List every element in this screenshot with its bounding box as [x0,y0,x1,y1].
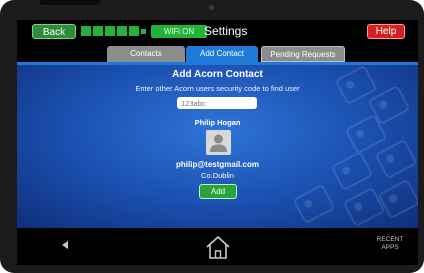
security-code-input[interactable] [177,97,257,109]
signal-bar-icon [129,26,139,36]
signal-bar-icon [117,26,127,36]
system-nav-bar: RECENT APPS [17,228,418,265]
wifi-status-badge[interactable]: WiFi ON [151,25,207,38]
found-user-name: Philip Hogan [194,118,241,127]
signal-bar-icon [81,26,91,36]
photo-pattern-icon [292,183,336,225]
avatar [206,130,231,155]
status-bar: Back WiFi ON Settings Help [17,20,418,42]
page-title: Settings [204,24,248,38]
tab-bar: Contacts Add Contact Pending Requests [17,42,418,62]
tab-add-contact[interactable]: Add Contact [186,46,258,62]
found-user-location: Co.Dublin [201,171,234,180]
home-icon[interactable] [203,234,233,260]
help-button[interactable]: Help [367,24,405,39]
camera-dot [209,5,214,10]
screen: Back WiFi ON Settings Help Contacts Add … [17,20,418,265]
device-edge [40,0,100,5]
tab-contacts[interactable]: Contacts [107,46,185,62]
person-icon [210,134,227,152]
tab-pending-requests[interactable]: Pending Requests [261,46,345,62]
tablet-frame: Back WiFi ON Settings Help Contacts Add … [0,0,424,273]
add-contact-panel: Add Acorn Contact Enter other Acorn user… [17,65,418,228]
add-button[interactable]: Add [199,184,237,199]
found-user-email: philip@testgmail.com [176,160,259,169]
instructions-text: Enter other Acorn users security code to… [135,84,300,93]
nav-back-icon[interactable] [62,241,68,249]
back-button[interactable]: Back [32,24,76,39]
panel-heading: Add Acorn Contact [172,69,263,80]
recent-apps-button[interactable]: RECENT APPS [372,236,408,252]
signal-bar-icon [93,26,103,36]
photo-pattern-icon [377,178,418,220]
signal-bar-icon [105,26,115,36]
signal-dot-icon [141,29,146,34]
